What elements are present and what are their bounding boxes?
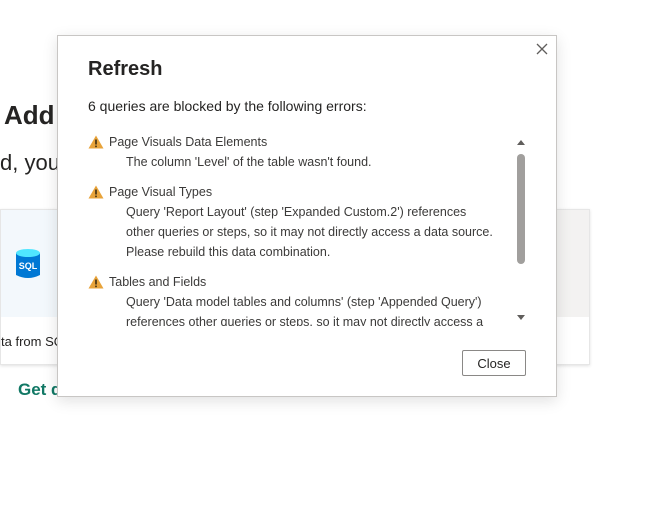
error-query-name: Page Visuals Data Elements [109, 135, 268, 149]
warning-icon [88, 185, 104, 199]
refresh-dialog: Refresh 6 queries are blocked by the fol… [57, 35, 557, 397]
scroll-down-arrow-icon[interactable] [516, 314, 526, 322]
error-list[interactable]: Page Visuals Data Elements The column 'L… [88, 132, 500, 326]
sql-database-icon: SQL [16, 249, 40, 278]
card-label: ta from SQ [1, 334, 64, 349]
error-message-line: Query 'Data model tables and columns' (s… [126, 295, 482, 309]
error-query-name: Page Visual Types [109, 185, 213, 199]
scroll-thumb[interactable] [517, 154, 525, 264]
warning-icon [88, 135, 104, 149]
error-message-line: references other queries or steps, so it… [126, 315, 484, 326]
warning-icon [88, 275, 104, 289]
error-message: The column 'Level' of the table wasn't f… [126, 155, 372, 169]
page-heading: Add [4, 100, 55, 130]
error-list-scrollbar[interactable] [514, 134, 528, 326]
error-item: Page Visual Types Query 'Report Layout' … [88, 182, 500, 262]
error-message-line: other queries or steps, so it may not di… [126, 225, 493, 239]
error-message-line: Please rebuild this data combination. [126, 245, 331, 259]
error-summary: 6 queries are blocked by the following e… [88, 98, 367, 114]
error-item: Page Visuals Data Elements The column 'L… [88, 132, 500, 172]
dialog-title: Refresh [88, 58, 163, 80]
svg-text:SQL: SQL [19, 261, 38, 271]
error-query-name: Tables and Fields [109, 275, 207, 289]
error-item: Tables and Fields Query 'Data model tabl… [88, 272, 500, 326]
page-subheading: d, you [0, 150, 60, 175]
error-message-line: Query 'Report Layout' (step 'Expanded Cu… [126, 205, 467, 219]
close-button[interactable]: Close [462, 350, 526, 376]
get-data-link[interactable]: Get d [18, 380, 61, 400]
close-icon[interactable] [534, 41, 550, 57]
scroll-up-arrow-icon[interactable] [516, 138, 526, 146]
